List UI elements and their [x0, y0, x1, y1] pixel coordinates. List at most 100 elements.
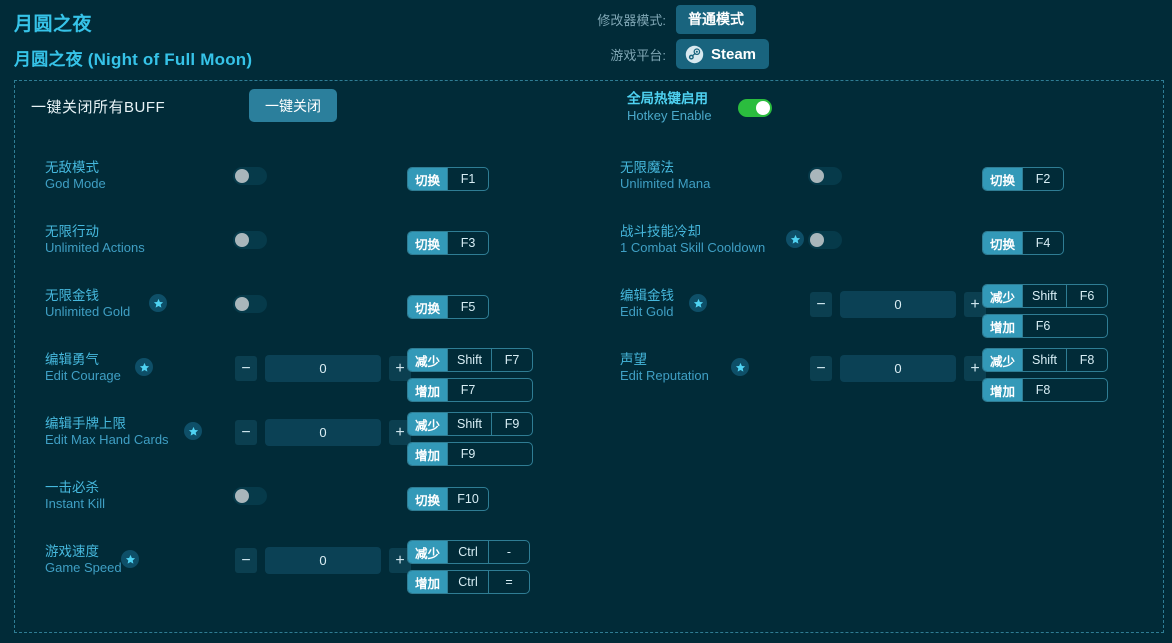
premium-star-icon [149, 294, 167, 312]
value-input[interactable] [265, 547, 381, 574]
premium-star-icon [731, 358, 749, 376]
cheat-labels: 无限行动Unlimited Actions [45, 223, 245, 257]
hotkey-action-label: 切换 [408, 168, 447, 190]
premium-star-icon [184, 422, 202, 440]
hotkey-action-label: 减少 [408, 413, 447, 435]
cheat-panel: 一键关闭所有BUFF 一键关闭 全局热键启用 Hotkey Enable 无敌模… [14, 80, 1164, 633]
value-stepper: −+ [810, 355, 986, 382]
cheat-labels: 无限魔法Unlimited Mana [620, 159, 820, 193]
cheat-label-zh: 无限行动 [45, 223, 245, 241]
value-input[interactable] [265, 419, 381, 446]
cheat-label-en: Edit Max Hand Cards [45, 432, 245, 449]
cheat-row: 编辑手牌上限Edit Max Hand Cards−+减少ShiftF9增加F9 [15, 412, 590, 452]
cheat-labels: 无限金钱Unlimited Gold [45, 287, 245, 321]
decrement-button[interactable]: − [810, 292, 832, 317]
cheat-labels: 游戏速度Game Speed [45, 543, 245, 577]
cheat-toggle[interactable] [808, 167, 842, 185]
hotkey-group: 减少Ctrl- 增加Ctrl= [407, 540, 530, 594]
hotkey-row[interactable]: 减少ShiftF9 [407, 412, 533, 436]
cheat-toggle[interactable] [233, 487, 267, 505]
hotkey-action-label: 增加 [983, 315, 1022, 337]
hotkey-action-label: 增加 [408, 571, 447, 593]
value-input[interactable] [840, 291, 956, 318]
hotkey-action-label: 减少 [983, 349, 1022, 371]
hotkey-row[interactable]: 增加F6 [982, 314, 1108, 338]
cheat-label-en: Game Speed [45, 560, 245, 577]
cheat-label-zh: 无敌模式 [45, 159, 245, 177]
cheat-label-zh: 声望 [620, 351, 820, 369]
hotkey-row[interactable]: 减少ShiftF7 [407, 348, 533, 372]
value-input[interactable] [265, 355, 381, 382]
hotkey-row[interactable]: 增加F7 [407, 378, 533, 402]
cheat-row: 无敌模式God Mode 切换F1 [15, 156, 590, 196]
hotkey-group: 减少ShiftF6增加F6 [982, 284, 1108, 338]
hotkey-group: 切换F2 [982, 167, 1064, 191]
cheat-toggle[interactable] [233, 295, 267, 313]
decrement-button[interactable]: − [235, 420, 257, 445]
hotkey-key: Shift [447, 349, 491, 371]
value-input[interactable] [840, 355, 956, 382]
hotkey-row[interactable]: 切换F4 [982, 231, 1064, 255]
value-stepper: −+ [810, 291, 986, 318]
hotkey-key: F6 [1066, 285, 1107, 307]
hotkey-key: Shift [447, 413, 491, 435]
close-all-buff-label: 一键关闭所有BUFF [31, 96, 165, 117]
hotkey-row[interactable]: 减少Ctrl- [407, 540, 530, 564]
hotkey-action-label: 增加 [408, 379, 447, 401]
hotkey-key: F3 [447, 232, 488, 254]
decrement-button[interactable]: − [810, 356, 832, 381]
hotkey-group: 减少ShiftF8 增加F8 [982, 348, 1108, 402]
hotkey-action-label: 减少 [408, 541, 447, 563]
hotkey-enable-toggle[interactable] [738, 99, 772, 117]
cheat-toggle[interactable] [808, 231, 842, 249]
cheat-label-zh: 编辑金钱 [620, 287, 820, 305]
trainer-mode-row: 修改器模式: 普通模式 [580, 5, 756, 34]
hotkey-row[interactable]: 切换F3 [407, 231, 489, 255]
hotkey-row[interactable]: 切换F10 [407, 487, 489, 511]
game-platform-label: 游戏平台: [580, 45, 666, 64]
decrement-button[interactable]: − [235, 548, 257, 573]
buff-bar: 一键关闭所有BUFF 一键关闭 全局热键启用 Hotkey Enable [15, 81, 1163, 136]
cheat-label-en: Unlimited Gold [45, 304, 245, 321]
cheat-row: 编辑金钱Edit Gold−+减少ShiftF6增加F6 [590, 284, 1165, 324]
cheat-label-en: God Mode [45, 176, 245, 193]
premium-star-icon [786, 230, 804, 248]
game-platform-row: 游戏平台: Steam [580, 39, 769, 69]
hotkey-key: F1 [447, 168, 488, 190]
cheat-label-zh: 一击必杀 [45, 479, 245, 497]
hotkey-group: 切换F3 [407, 231, 489, 255]
cheat-label-zh: 无限金钱 [45, 287, 245, 305]
cheat-row: 声望Edit Reputation−+减少ShiftF8增加F8 [590, 348, 1165, 388]
hotkey-row[interactable]: 减少ShiftF6 [982, 284, 1108, 308]
hotkey-key: F7 [491, 349, 532, 371]
hotkey-group: 切换F5 [407, 295, 489, 319]
cheat-label-zh: 无限魔法 [620, 159, 820, 177]
cheat-row: 无限金钱Unlimited Gold 切换F5 [15, 284, 590, 324]
cheat-labels: 声望Edit Reputation [620, 351, 820, 385]
hotkey-row[interactable]: 增加F8 [982, 378, 1108, 402]
hotkey-action-label: 切换 [408, 488, 447, 510]
hotkey-key: F9 [447, 443, 488, 465]
cheat-toggle[interactable] [233, 231, 267, 249]
premium-star-icon [135, 358, 153, 376]
game-title-full: 月圆之夜 (Night of Full Moon) [14, 45, 252, 70]
cheat-toggle[interactable] [233, 167, 267, 185]
hotkey-row[interactable]: 减少ShiftF8 [982, 348, 1108, 372]
trainer-mode-button[interactable]: 普通模式 [676, 5, 756, 34]
hotkey-row[interactable]: 切换F2 [982, 167, 1064, 191]
hotkey-row[interactable]: 增加F9 [407, 442, 533, 466]
hotkey-action-label: 减少 [408, 349, 447, 371]
decrement-button[interactable]: − [235, 356, 257, 381]
cheat-labels: 无敌模式God Mode [45, 159, 245, 193]
hotkey-row[interactable]: 增加Ctrl= [407, 570, 530, 594]
hotkey-enable-label-en: Hotkey Enable [627, 108, 712, 124]
hotkey-row[interactable]: 切换F1 [407, 167, 489, 191]
hotkey-group: 切换F1 [407, 167, 489, 191]
game-title-zh: 月圆之夜 [14, 9, 92, 36]
hotkey-row[interactable]: 切换F5 [407, 295, 489, 319]
premium-star-icon [121, 550, 139, 568]
close-all-buff-button[interactable]: 一键关闭 [249, 89, 337, 122]
steam-label: Steam [711, 46, 756, 63]
cheat-row: 无限行动Unlimited Actions 切换F3 [15, 220, 590, 260]
game-platform-button[interactable]: Steam [676, 39, 769, 69]
